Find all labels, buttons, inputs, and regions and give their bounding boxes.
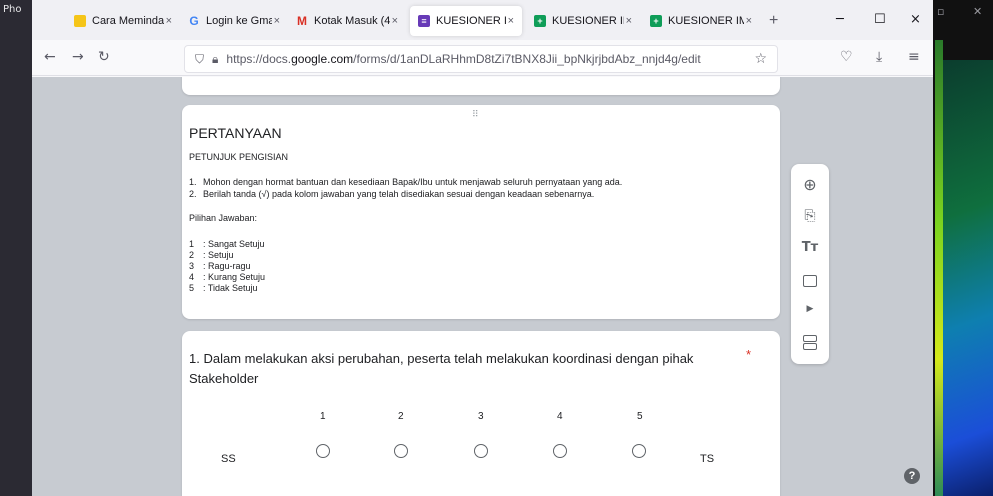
tab-kuesioner-sheets-1[interactable]: + KUESIONER IMPL × [526, 6, 640, 36]
add-title-icon[interactable]: Tт [791, 240, 829, 255]
answer-option: 5: Tidak Setuju [189, 283, 258, 293]
scale-high-label: TS [700, 453, 715, 465]
tab-kuesioner-forms[interactable]: ≡ KUESIONER IMPL × [410, 6, 522, 36]
tab-close-icon[interactable]: × [392, 15, 398, 27]
gmail-favicon-icon: M [297, 14, 307, 28]
forward-icon[interactable]: → [72, 49, 84, 65]
add-section-icon[interactable] [803, 335, 817, 342]
close-window-icon[interactable]: × [910, 12, 921, 27]
tab-strip: Cara Memindahk × G Login ke Gmail - × M … [32, 0, 933, 40]
add-question-icon[interactable]: ⊕ [791, 175, 829, 194]
lock-icon[interactable]: 🔒︎ [212, 52, 218, 67]
tab-login-gmail[interactable]: G Login ke Gmail - × [180, 6, 288, 36]
radio-option-3[interactable] [474, 444, 488, 458]
tab-cara-memindahkan[interactable]: Cara Memindahk × [66, 6, 180, 36]
tab-close-icon[interactable]: × [274, 15, 280, 27]
instruction-item: 1. Mohon dengan hormat bantuan dan kesedi… [189, 177, 623, 187]
background-window-label: Pho [3, 4, 22, 15]
background-minimize-icon[interactable]: ▫ [937, 5, 944, 18]
navigation-bar: ← → ↻ ⛉ 🔒︎ https://docs. google.com/forms… [32, 40, 933, 76]
maximize-icon[interactable]: ☐ [874, 12, 886, 27]
tab-kuesioner-sheets-2[interactable]: + KUESIONER IMPL × [642, 6, 760, 36]
section-header-card[interactable]: ⠿ PERTANYAAN PETUNJUK PENGISIAN 1. Mohon … [182, 105, 780, 319]
menu-icon[interactable]: ≡ [908, 49, 920, 65]
desktop-background: ▫ ✕ [933, 0, 993, 496]
reload-icon[interactable]: ↻ [98, 49, 110, 65]
browser-window: Cara Memindahk × G Login ke Gmail - × M … [32, 0, 933, 496]
required-asterisk: * [746, 347, 752, 362]
tab-close-icon[interactable]: × [508, 15, 514, 27]
back-icon[interactable]: ← [44, 49, 56, 65]
scale-label-4: 4 [557, 411, 563, 422]
radio-option-1[interactable] [316, 444, 330, 458]
minimize-icon[interactable]: ─ [836, 12, 844, 27]
question-text[interactable]: 1. Dalam melakukan aksi perubahan, peser… [189, 349, 719, 389]
scale-label-2: 2 [398, 411, 404, 422]
moon-favicon-icon [74, 15, 86, 27]
answer-option: 2: Setuju [189, 250, 234, 260]
tab-close-icon[interactable]: × [166, 15, 172, 27]
shield-icon[interactable]: ⛉ [195, 52, 204, 67]
scale-label-3: 3 [478, 411, 484, 422]
radio-option-2[interactable] [394, 444, 408, 458]
answer-option: 3: Ragu-ragu [189, 261, 251, 271]
google-favicon-icon: G [189, 14, 199, 28]
floating-toolbar: ⊕ ⎘ Tт ▶ [791, 164, 829, 364]
instruction-heading: PETUNJUK PENGISIAN [189, 152, 289, 162]
help-icon[interactable]: ? [904, 468, 920, 484]
add-video-icon[interactable]: ▶ [791, 304, 829, 314]
scale-label-1: 1 [320, 411, 326, 422]
answer-option: 4: Kurang Setuju [189, 272, 266, 282]
instruction-item: 2. Berilah tanda (√) pada kolom jawaban y… [189, 189, 595, 199]
scale-label-5: 5 [637, 411, 643, 422]
background-close-icon[interactable]: ✕ [973, 5, 982, 18]
pocket-icon[interactable]: ♡ [840, 49, 853, 65]
drag-handle-icon[interactable]: ⠿ [472, 110, 480, 120]
tab-close-icon[interactable]: × [626, 15, 632, 27]
google-forms-favicon-icon: ≡ [418, 15, 430, 27]
radio-option-5[interactable] [632, 444, 646, 458]
import-questions-icon[interactable]: ⎘ [791, 208, 829, 224]
new-tab-button[interactable]: + [769, 12, 778, 30]
background-window-strip: Pho [0, 0, 32, 496]
question-card[interactable]: 1. Dalam melakukan aksi perubahan, peser… [182, 331, 780, 496]
section-title[interactable]: PERTANYAAN [189, 125, 282, 141]
tab-close-icon[interactable]: × [746, 15, 752, 27]
scale-low-label: SS [221, 453, 236, 465]
answer-option: 1: Sangat Setuju [189, 239, 265, 249]
downloads-icon[interactable]: ⤓ [876, 49, 882, 65]
google-sheets-favicon-icon: + [534, 15, 546, 27]
previous-card[interactable] [182, 77, 780, 95]
google-sheets-favicon-icon: + [650, 15, 662, 27]
bookmark-star-icon[interactable]: ☆ [754, 51, 767, 67]
tab-kotak-masuk[interactable]: M Kotak Masuk (4) - × [288, 6, 406, 36]
radio-option-4[interactable] [553, 444, 567, 458]
address-bar[interactable]: ⛉ 🔒︎ https://docs. google.com/forms/d/1an… [184, 45, 778, 73]
answer-options-heading: Pilihan Jawaban: [189, 213, 258, 223]
form-editor-area: ⠿ PERTANYAAN PETUNJUK PENGISIAN 1. Mohon … [32, 77, 933, 496]
add-image-icon[interactable] [803, 275, 817, 287]
